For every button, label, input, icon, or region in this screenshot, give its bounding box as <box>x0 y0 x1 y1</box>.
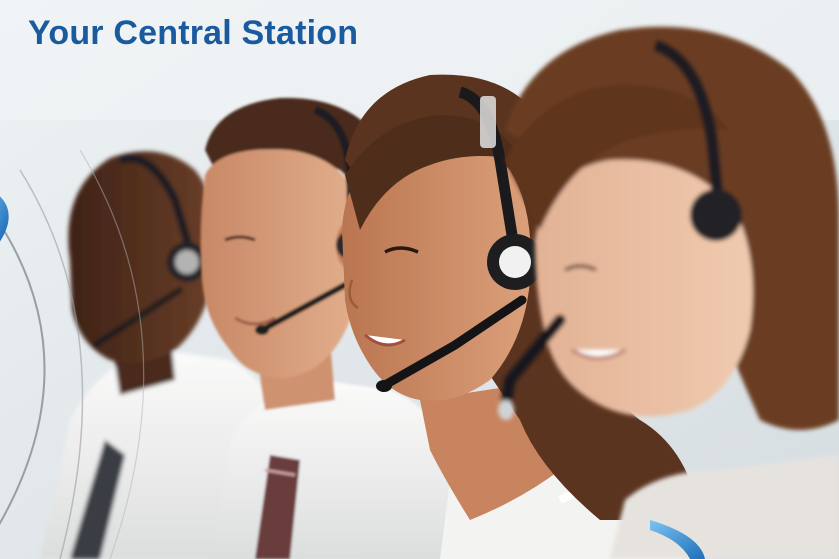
hero-banner: Your Central Station <box>0 0 839 559</box>
call-center-photo <box>0 0 839 559</box>
page-title: Your Central Station <box>28 14 359 52</box>
